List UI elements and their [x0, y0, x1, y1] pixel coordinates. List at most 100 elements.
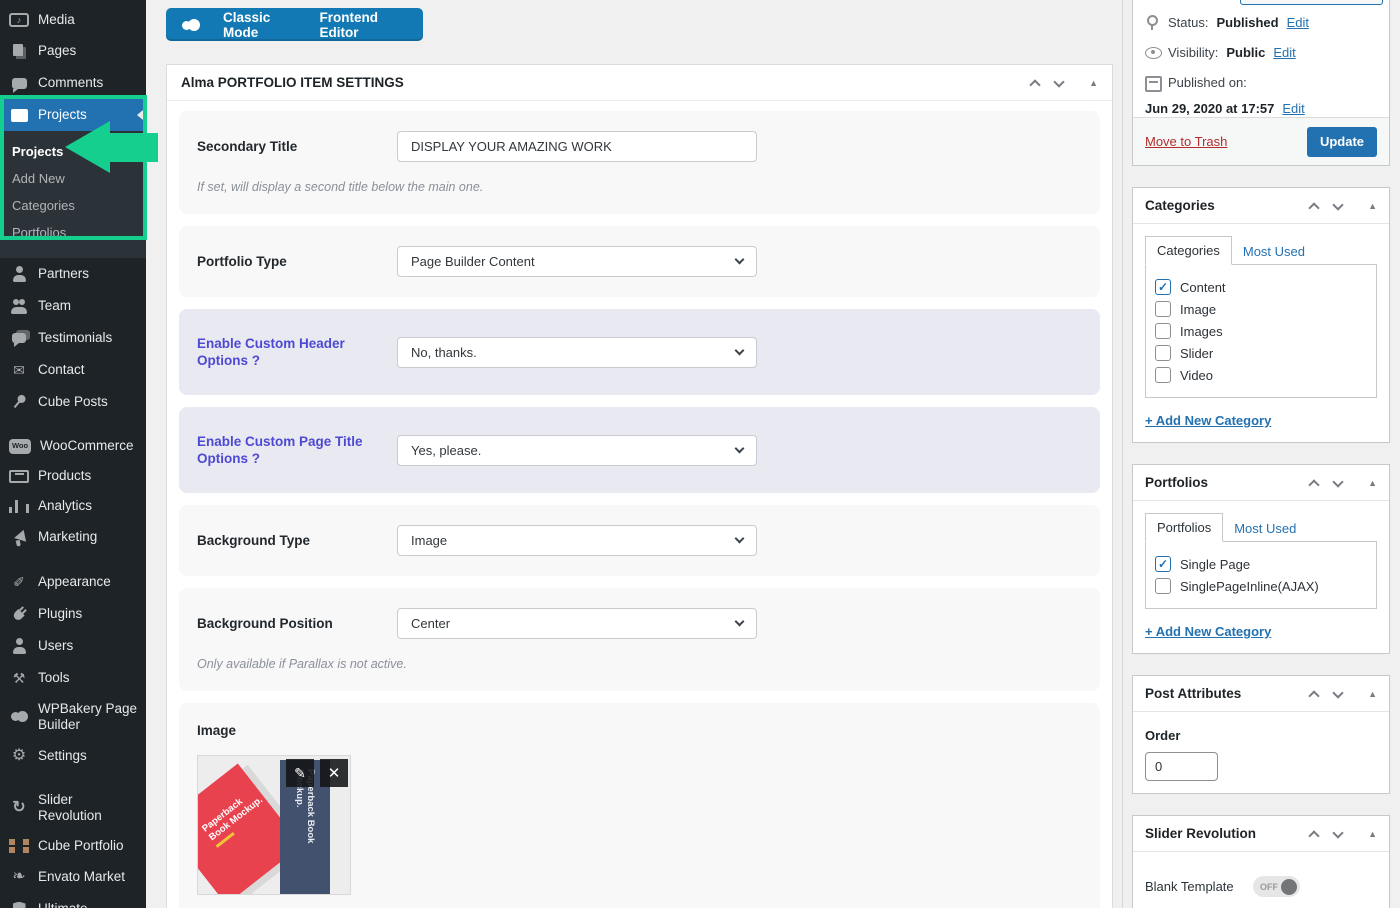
- edit-image-icon[interactable]: ✎: [286, 759, 314, 787]
- checkbox[interactable]: [1155, 301, 1171, 317]
- move-to-trash-link[interactable]: Move to Trash: [1145, 134, 1227, 149]
- sidebar-item[interactable]: Products: [0, 461, 146, 491]
- move-down-icon[interactable]: [1053, 76, 1064, 87]
- media-icon: ♪: [9, 13, 29, 27]
- tab-all-categories[interactable]: Categories: [1145, 236, 1232, 265]
- sidebar-item[interactable]: Team: [0, 290, 146, 322]
- move-down-icon[interactable]: [1332, 199, 1343, 210]
- edit-visibility-link[interactable]: Edit: [1273, 44, 1295, 62]
- blank-template-toggle[interactable]: OFF: [1253, 876, 1300, 897]
- status-row: Status: Published Edit: [1133, 8, 1389, 38]
- add-new-category-link[interactable]: + Add New Category: [1145, 413, 1271, 428]
- move-up-icon[interactable]: [1308, 479, 1319, 490]
- category-checkbox-item[interactable]: Image: [1155, 298, 1367, 320]
- field-select[interactable]: Page Builder Content: [397, 246, 757, 277]
- sidebar-item[interactable]: Plugins: [0, 598, 146, 630]
- sidebar-item[interactable]: Woo WooCommerce: [0, 431, 146, 461]
- sidebar-item[interactable]: Marketing: [0, 521, 146, 553]
- checkbox[interactable]: [1155, 279, 1171, 295]
- remove-image-icon[interactable]: ✕: [320, 759, 348, 787]
- plug-icon: [6, 601, 33, 628]
- sidebar-item[interactable]: ♪ Media: [0, 5, 146, 35]
- sidebar-item-label: WPBakery Page Builder: [38, 701, 138, 733]
- sidebar-item[interactable]: Cube Portfolio: [0, 831, 146, 861]
- slider-revolution-panel: Slider Revolution ▲ Blank Template OFF S…: [1132, 815, 1390, 908]
- portfolio-checkbox-item[interactable]: SinglePageInline(AJAX): [1155, 575, 1367, 597]
- checkbox[interactable]: [1155, 556, 1171, 572]
- sidebar-subitem-add-new[interactable]: Add New: [0, 165, 146, 192]
- category-checkbox-item[interactable]: Content: [1155, 276, 1367, 298]
- category-checkbox-item[interactable]: Images: [1155, 320, 1367, 342]
- category-checkbox-item[interactable]: Slider: [1155, 342, 1367, 364]
- collapse-toggle-icon[interactable]: ▲: [1368, 829, 1377, 839]
- sidebar-item[interactable]: Ultimate: [0, 893, 146, 908]
- tab-all-portfolios[interactable]: Portfolios: [1145, 513, 1223, 542]
- sidebar-subitem-projects[interactable]: Projects: [0, 138, 146, 165]
- sidebar-item[interactable]: Analytics: [0, 491, 146, 521]
- sidebar-item-label: Users: [38, 638, 138, 654]
- sidebar-item[interactable]: ✐ Appearance: [0, 566, 146, 598]
- edit-published-link[interactable]: Edit: [1282, 100, 1304, 118]
- sidebar-subitem-categories[interactable]: Categories: [0, 192, 146, 219]
- portfolios-panel: Portfolios ▲ Portfolios Most Used Single: [1132, 464, 1390, 654]
- tab-most-used[interactable]: Most Used: [1232, 238, 1316, 265]
- sidebar-item-label: Marketing: [38, 529, 138, 545]
- checkbox[interactable]: [1155, 323, 1171, 339]
- sidebar-item[interactable]: ↻ Slider Revolution: [0, 785, 146, 831]
- collapse-toggle-icon[interactable]: ▲: [1368, 478, 1377, 488]
- move-up-icon[interactable]: [1029, 79, 1040, 90]
- sidebar-item[interactable]: Projects: [0, 99, 146, 131]
- field-select[interactable]: No, thanks.: [397, 337, 757, 368]
- collapse-toggle-icon[interactable]: ▲: [1368, 689, 1377, 699]
- checkbox[interactable]: [1155, 345, 1171, 361]
- checkbox[interactable]: [1155, 367, 1171, 383]
- sidebar-item[interactable]: Testimonials: [0, 322, 146, 354]
- sidebar-item[interactable]: ⚙ Settings: [0, 740, 146, 772]
- main-content: Classic Mode Frontend Editor Alma PORTFO…: [166, 0, 1113, 908]
- chevron-down-icon: [735, 443, 745, 453]
- settings-icon: ⚙: [9, 747, 29, 765]
- field-select[interactable]: Center: [397, 608, 757, 639]
- move-down-icon[interactable]: [1332, 687, 1343, 698]
- field-label: Enable Custom Page Title Options ?: [197, 433, 397, 467]
- visibility-row: Visibility: Public Edit: [1133, 38, 1389, 68]
- sidebar-item[interactable]: Cube Posts: [0, 386, 146, 418]
- field-select[interactable]: Yes, please.: [397, 435, 757, 466]
- sidebar-item[interactable]: ⚒ Tools: [0, 662, 146, 694]
- person-icon: [9, 637, 29, 655]
- portfolio-checkbox-item[interactable]: Single Page: [1155, 553, 1367, 575]
- chevron-down-icon: [735, 255, 745, 265]
- move-up-icon[interactable]: [1308, 690, 1319, 701]
- category-label: Image: [1180, 302, 1216, 317]
- shield-icon: [9, 900, 29, 908]
- classic-mode-button[interactable]: Classic Mode: [223, 10, 298, 40]
- sidebar-subitem-portfolios[interactable]: Portfolios: [0, 219, 146, 246]
- sidebar-item[interactable]: Partners: [0, 258, 146, 290]
- add-new-category-link[interactable]: + Add New Category: [1145, 624, 1271, 639]
- checkbox[interactable]: [1155, 578, 1171, 594]
- order-input[interactable]: 0: [1145, 752, 1218, 781]
- move-up-icon[interactable]: [1308, 830, 1319, 841]
- sidebar-item-label: Projects: [38, 107, 138, 123]
- tab-most-used[interactable]: Most Used: [1223, 515, 1307, 542]
- edit-status-link[interactable]: Edit: [1287, 14, 1309, 32]
- collapse-toggle-icon[interactable]: ▲: [1368, 201, 1377, 211]
- category-checkbox-item[interactable]: Video: [1155, 364, 1367, 386]
- field-text-input[interactable]: DISPLAY YOUR AMAZING WORK: [397, 131, 757, 162]
- preview-changes-button-partial[interactable]: [1240, 0, 1383, 5]
- grid-icon: [9, 839, 29, 853]
- sidebar-item[interactable]: ✉ Contact: [0, 354, 146, 386]
- move-up-icon[interactable]: [1308, 202, 1319, 213]
- collapse-toggle-icon[interactable]: ▲: [1089, 78, 1098, 88]
- move-down-icon[interactable]: [1332, 476, 1343, 487]
- sidebar-item[interactable]: Pages: [0, 35, 146, 67]
- image-field-row: Image Paperback Book Mockup. Paperback B…: [179, 703, 1100, 908]
- sidebar-item[interactable]: Users: [0, 630, 146, 662]
- sidebar-item[interactable]: Comments: [0, 67, 146, 99]
- frontend-editor-button[interactable]: Frontend Editor: [320, 10, 407, 40]
- sidebar-item[interactable]: ❧ Envato Market: [0, 861, 146, 893]
- field-select[interactable]: Image: [397, 525, 757, 556]
- sidebar-item[interactable]: WPBakery Page Builder: [0, 694, 146, 740]
- update-button[interactable]: Update: [1307, 127, 1377, 157]
- move-down-icon[interactable]: [1332, 827, 1343, 838]
